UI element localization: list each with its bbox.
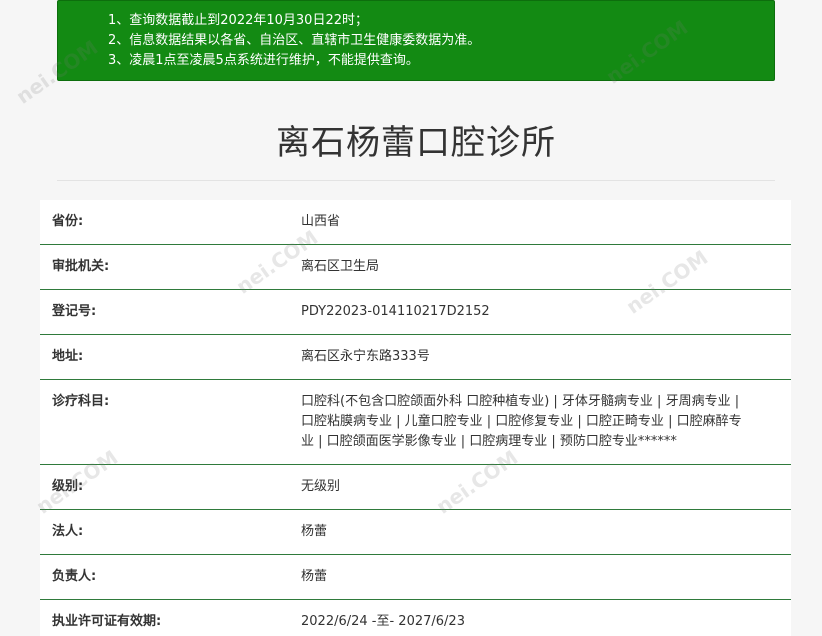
table-row: 诊疗科目: 口腔科(不包含口腔颌面外科 口腔种植专业) | 牙体牙髓病专业 | … bbox=[40, 379, 791, 465]
row-label-legal-person: 法人: bbox=[40, 509, 301, 555]
row-value-province: 山西省 bbox=[301, 200, 791, 245]
table-row: 执业许可证有效期: 2022/6/24 -至- 2027/6/23 bbox=[40, 599, 791, 636]
row-value-legal-person: 杨蕾 bbox=[301, 509, 791, 555]
table-row: 负责人: 杨蕾 bbox=[40, 554, 791, 600]
table-row: 省份: 山西省 bbox=[40, 200, 791, 245]
table-row: 级别: 无级别 bbox=[40, 464, 791, 510]
page-title: 离石杨蕾口腔诊所 bbox=[276, 123, 556, 163]
row-label-level: 级别: bbox=[40, 464, 301, 510]
row-label-province: 省份: bbox=[40, 200, 301, 245]
table-row: 登记号: PDY22023-014110217D2152 bbox=[40, 289, 791, 335]
table-row: 法人: 杨蕾 bbox=[40, 509, 791, 555]
clinic-info-table: 省份: 山西省 审批机关: 离石区卫生局 登记号: PDY22023-01411… bbox=[40, 200, 791, 636]
row-value-address: 离石区永宁东路333号 bbox=[301, 334, 791, 380]
notice-line-2: 2、信息数据结果以各省、自治区、直辖市卫生健康委数据为准。 bbox=[108, 33, 481, 48]
row-label-registration: 登记号: bbox=[40, 289, 301, 335]
row-value-departments: 口腔科(不包含口腔颌面外科 口腔种植专业) | 牙体牙髓病专业 | 牙周病专业 … bbox=[301, 379, 791, 465]
notice-banner: 1、查询数据截止到2022年10月30日22时； 2、信息数据结果以各省、自治区… bbox=[57, 0, 775, 81]
row-value-level: 无级别 bbox=[301, 464, 791, 510]
row-label-address: 地址: bbox=[40, 334, 301, 380]
title-divider bbox=[57, 180, 775, 181]
table-row: 审批机关: 离石区卫生局 bbox=[40, 244, 791, 290]
notice-line-1: 1、查询数据截止到2022年10月30日22时； bbox=[108, 13, 368, 28]
row-label-authority: 审批机关: bbox=[40, 244, 301, 290]
row-value-authority: 离石区卫生局 bbox=[301, 244, 791, 290]
notice-line-3: 3、凌晨1点至凌晨5点系统进行维护，不能提供查询。 bbox=[108, 53, 419, 68]
row-value-registration: PDY22023-014110217D2152 bbox=[301, 289, 791, 335]
row-label-license-validity: 执业许可证有效期: bbox=[40, 599, 301, 636]
row-value-license-validity: 2022/6/24 -至- 2027/6/23 bbox=[301, 599, 791, 636]
table-row: 地址: 离石区永宁东路333号 bbox=[40, 334, 791, 380]
row-label-person-in-charge: 负责人: bbox=[40, 554, 301, 600]
row-label-departments: 诊疗科目: bbox=[40, 379, 301, 465]
row-value-person-in-charge: 杨蕾 bbox=[301, 554, 791, 600]
